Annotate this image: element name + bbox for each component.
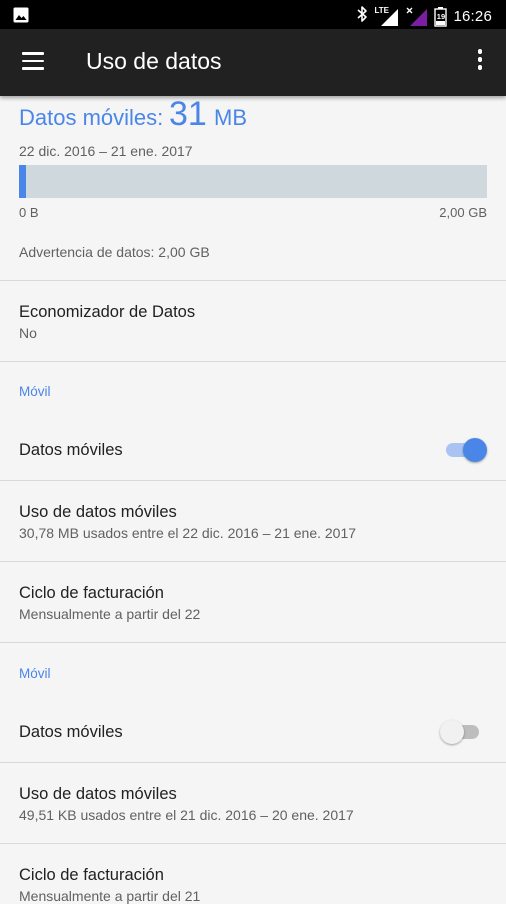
usage-bar-min-label: 0 B — [19, 205, 39, 220]
usage-unit: MB — [214, 105, 247, 130]
divider — [0, 642, 506, 643]
bluetooth-icon — [356, 5, 368, 28]
section-header-mobile: Móvil — [19, 384, 51, 399]
mobile-data-usage-row[interactable]: Uso de datos móviles 30,78 MB usados ent… — [0, 481, 506, 561]
section-header-mobile: Móvil — [19, 666, 51, 681]
billing-cycle-title: Ciclo de facturación — [19, 866, 164, 884]
hamburger-menu-icon[interactable] — [22, 52, 46, 72]
mobile-data-toggle-row[interactable]: Datos móviles — [0, 418, 506, 480]
mobile-data-usage-title: Uso de datos móviles — [19, 503, 177, 521]
mobile-data-switch[interactable] — [443, 437, 487, 463]
mobile-data-usage-title: Uso de datos móviles — [19, 785, 177, 803]
billing-cycle-summary: Mensualmente a partir del 22 — [19, 606, 201, 622]
usage-bar-max-label: 2,00 GB — [439, 205, 487, 220]
no-signal-icon — [406, 7, 428, 27]
data-saver-title: Economizador de Datos — [19, 303, 196, 321]
mobile-data-label: Datos móviles — [19, 723, 123, 741]
clock: 16:26 — [453, 8, 492, 25]
billing-cycle-title: Ciclo de facturación — [19, 584, 164, 602]
page-title: Uso de datos — [86, 48, 222, 74]
usage-date-range: 22 dic. 2016 – 21 ene. 2017 — [19, 143, 193, 159]
data-saver-row[interactable]: Economizador de Datos No — [0, 281, 506, 361]
usage-value: 31 — [169, 95, 207, 133]
mobile-data-usage-summary: 49,51 KB usados entre el 21 dic. 2016 – … — [19, 807, 354, 823]
mobile-data-usage-row[interactable]: Uso de datos móviles 49,51 KB usados ent… — [0, 763, 506, 843]
toolbar: Uso de datos — [0, 29, 506, 96]
mobile-data-usage-summary: 30,78 MB usados entre el 22 dic. 2016 – … — [19, 525, 357, 541]
usage-bar — [19, 165, 487, 198]
image-icon — [13, 7, 29, 28]
divider — [0, 361, 506, 362]
battery-icon: 19 — [434, 6, 448, 27]
billing-cycle-summary: Mensualmente a partir del 21 — [19, 888, 201, 904]
mobile-data-switch[interactable] — [440, 719, 484, 745]
mobile-data-toggle-row[interactable]: Datos móviles — [0, 700, 506, 762]
usage-bar-fill — [19, 165, 26, 198]
status-bar: LTE 19 16:26 — [0, 0, 506, 29]
usage-label: Datos móviles: — [19, 105, 164, 130]
lte-signal-icon: LTE — [374, 6, 400, 27]
battery-level-label: 19 — [436, 11, 446, 21]
data-warning[interactable]: Advertencia de datos: 2,00 GB — [19, 244, 210, 260]
billing-cycle-row[interactable]: Ciclo de facturación Mensualmente a part… — [0, 562, 506, 642]
more-vert-icon[interactable] — [476, 49, 484, 75]
billing-cycle-row[interactable]: Ciclo de facturación Mensualmente a part… — [0, 844, 506, 904]
mobile-data-label: Datos móviles — [19, 441, 123, 459]
data-saver-value: No — [19, 325, 37, 341]
